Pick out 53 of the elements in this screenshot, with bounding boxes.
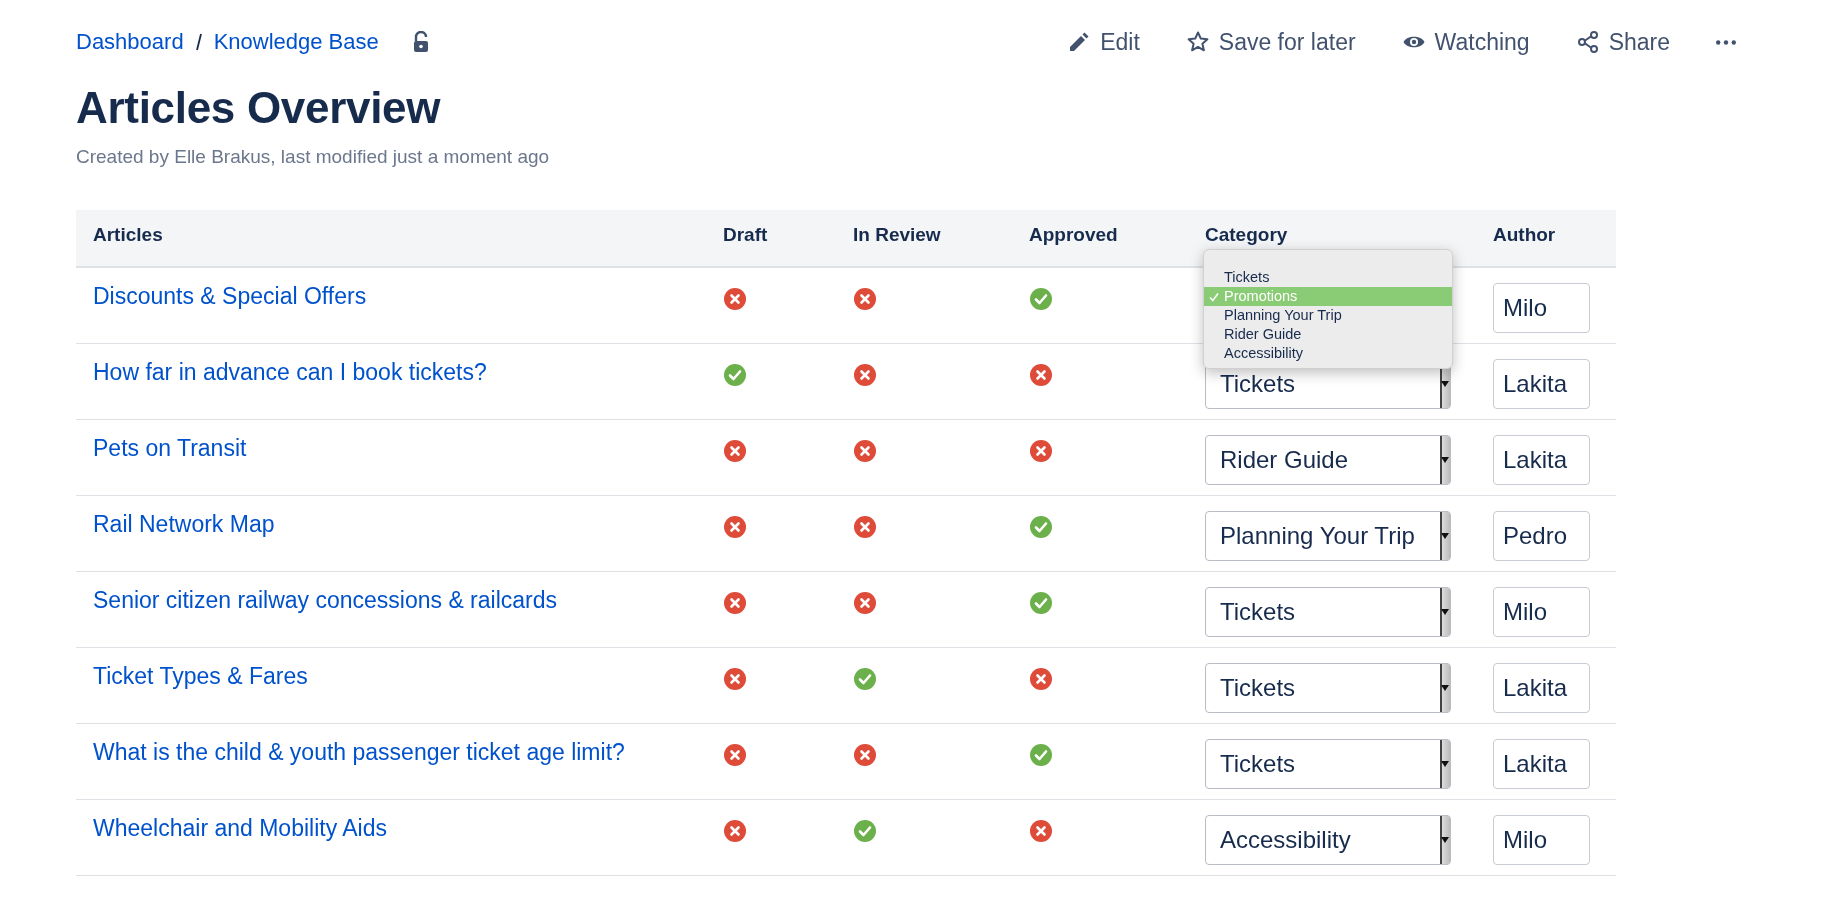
category-select[interactable]: Planning Your Trip (1205, 511, 1451, 561)
edit-button[interactable]: Edit (1067, 26, 1140, 58)
dropdown-option[interactable]: Planning Your Trip (1204, 306, 1452, 325)
column-header: In Review (853, 224, 941, 245)
column-header: Articles (93, 224, 163, 245)
share-icon (1575, 30, 1600, 54)
column-header: Author (1493, 224, 1556, 245)
page-title: Articles Overview (76, 82, 442, 134)
caret-icon (1441, 837, 1449, 843)
star-icon (1185, 30, 1210, 54)
breadcrumb-link[interactable]: Dashboard (76, 29, 184, 55)
author-field[interactable]: Milo (1493, 587, 1590, 637)
caret-icon (1441, 685, 1449, 691)
pencil-icon (1067, 30, 1092, 54)
category-select[interactable]: Tickets (1205, 587, 1451, 637)
watch-button[interactable]: Watching (1401, 26, 1530, 58)
article-link[interactable]: Rail Network Map (93, 511, 275, 537)
caret-icon (1441, 457, 1449, 463)
category-select[interactable]: Accessibility (1205, 815, 1451, 865)
author-field[interactable]: Lakita (1493, 739, 1590, 789)
author-field[interactable]: Lakita (1493, 435, 1590, 485)
author-field[interactable]: Milo (1493, 283, 1590, 333)
category-select[interactable]: Tickets (1205, 739, 1451, 789)
article-link[interactable]: Pets on Transit (93, 435, 247, 461)
author-field[interactable]: Pedro (1493, 511, 1590, 561)
more-button[interactable] (1716, 37, 1736, 47)
category-select[interactable]: Tickets (1205, 663, 1451, 713)
article-link[interactable]: Wheelchair and Mobility Aids (93, 815, 388, 841)
article-link[interactable]: Senior citizen railway concessions & railcards (93, 587, 558, 613)
author-field[interactable]: Lakita (1493, 359, 1590, 409)
breadcrumb-separator-icon (193, 31, 204, 53)
breadcrumb-link[interactable]: Knowledge Base (213, 29, 379, 55)
share-button[interactable]: Share (1575, 26, 1670, 58)
column-header: Approved (1029, 224, 1118, 245)
dropdown-option[interactable]: Tickets (1204, 268, 1452, 287)
caret-icon (1441, 533, 1449, 539)
category-select[interactable]: Rider Guide (1205, 435, 1451, 485)
caret-icon (1441, 609, 1449, 615)
article-link[interactable]: How far in advance can I book tickets? (93, 359, 487, 385)
column-header: Category (1205, 224, 1288, 245)
more-icon (1716, 39, 1736, 45)
caret-icon (1441, 761, 1449, 767)
author-field[interactable]: Lakita (1493, 663, 1590, 713)
article-link[interactable]: Discounts & Special Offers (93, 283, 367, 309)
checkmark-icon (1209, 291, 1219, 302)
article-link[interactable]: Ticket Types & Fares (93, 663, 308, 689)
column-header: Draft (723, 224, 768, 245)
caret-icon (1441, 381, 1449, 387)
save-button[interactable]: Save for later (1185, 26, 1356, 58)
author-field[interactable]: Milo (1493, 815, 1590, 865)
dropdown-option[interactable]: Rider Guide (1204, 325, 1452, 344)
article-link[interactable]: What is the child & youth passenger ticket age limit? (93, 739, 625, 765)
byline-text: Created by Elle Brakus, last modified just a moment ago (76, 146, 551, 168)
